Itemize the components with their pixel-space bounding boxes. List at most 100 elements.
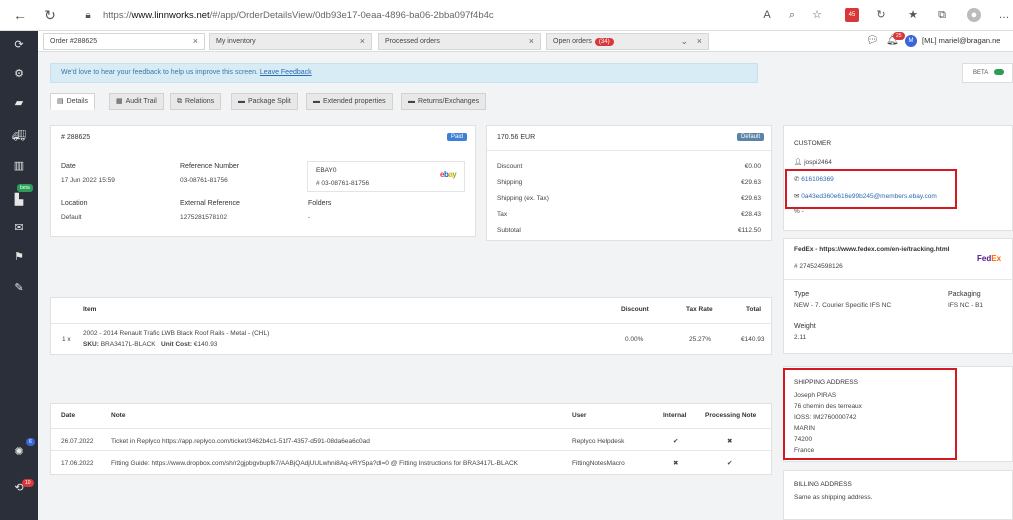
subtotal-value: €112.50: [737, 227, 761, 234]
tax-rate-header: Tax Rate: [686, 306, 713, 313]
url-host: www.linnworks.net: [131, 10, 210, 21]
customer-heading: CUSTOMER: [794, 140, 832, 147]
weight-label: Weight: [794, 323, 816, 330]
item-title[interactable]: 2002 - 2014 Renault Trafic LWB Black Roo…: [83, 330, 269, 337]
inventory-nav-icon[interactable]: ▰: [0, 94, 38, 112]
more-icon[interactable]: …: [997, 8, 1011, 22]
favorites-icon[interactable]: ★: [906, 8, 920, 22]
type-label: Type: [794, 291, 810, 298]
tab-audit-trail[interactable]: ▦ Audit Trail: [109, 93, 164, 110]
sync-badge: 10: [22, 479, 34, 487]
email-nav-icon[interactable]: ✉: [0, 219, 38, 237]
tab-processed-orders[interactable]: Processed orders ×: [378, 33, 541, 50]
shipping-address-panel: SHIPPING ADDRESS Joseph PIRAS 76 chemin …: [783, 366, 1013, 462]
external-reference: 1275281578102: [180, 214, 227, 221]
customer-email-text[interactable]: 0a43ed360e616e99b245@members.ebay.com: [801, 193, 937, 200]
item-qty: 1 x: [62, 336, 71, 343]
location-value: Default: [61, 214, 82, 221]
item-tax: 25.27%: [689, 336, 712, 343]
tab-inventory-label: My inventory: [216, 38, 256, 45]
apps-nav-icon[interactable]: ⚑: [0, 248, 38, 266]
billing-heading: BILLING ADDRESS: [794, 481, 852, 488]
tab-extended-properties[interactable]: ▬ Extended properties: [306, 93, 393, 110]
audit-icon: ▦: [116, 98, 123, 105]
returns-icon: ▬: [408, 98, 415, 105]
reports-nav-icon[interactable]: ▙: [0, 191, 38, 209]
close-icon[interactable]: ×: [360, 34, 365, 49]
order-info-panel: # 288625 Paid Date 17 Jun 2022 15:59 Ref…: [50, 125, 476, 237]
url-path: /#/app/OrderDetailsView/0db93e17-0eaa-48…: [209, 10, 494, 21]
tab-order[interactable]: Order #288625 ×: [43, 33, 205, 50]
refresh-icon[interactable]: ↻: [40, 0, 60, 31]
note-user: FittingNotesMacro: [572, 460, 625, 467]
chevron-down-icon[interactable]: ⌄: [680, 34, 688, 49]
tab-relations[interactable]: ⧉ Relations: [170, 93, 222, 110]
leave-feedback-link[interactable]: Leave Feedback: [260, 69, 312, 76]
note-text[interactable]: Fitting Guide: https://www.dropbox.com/s…: [111, 460, 518, 467]
tab-package-split[interactable]: ▬ Package Split: [231, 93, 298, 110]
order-number: # 288625: [61, 134, 91, 141]
customer-phone-text[interactable]: 616106369: [801, 176, 834, 183]
settings-nav-icon[interactable]: ⚙: [0, 65, 38, 83]
profile-icon[interactable]: ●: [967, 8, 981, 22]
tools-nav-icon[interactable]: ✎: [0, 279, 38, 297]
carrier-link[interactable]: FedEx - https://www.fedex.com/en-ie/trac…: [794, 246, 949, 253]
external-reference-label: External Reference: [180, 200, 240, 207]
note-text[interactable]: Ticket in Replyco https://app.replyco.co…: [111, 438, 370, 445]
order-total: 170.56 EUR: [497, 134, 536, 141]
browser-sync-icon[interactable]: ↻: [874, 8, 888, 22]
open-orders-count: (34): [594, 38, 614, 46]
toggle-switch[interactable]: [994, 69, 1005, 76]
item-sku: BRA3417L-BLACK: [100, 341, 156, 348]
tab-my-inventory[interactable]: My inventory ×: [209, 33, 372, 50]
user-name[interactable]: [ML] mariel@bragan.ne: [922, 36, 1000, 45]
beta-toggle[interactable]: BETA: [962, 63, 1013, 83]
dashboard-nav-icon[interactable]: ▥: [0, 157, 38, 175]
shipping-panel: FedEx - https://www.fedex.com/en-ie/trac…: [783, 238, 1013, 354]
notes-note-header: Note: [111, 412, 126, 419]
shipping-nav-icon[interactable]: 🚚︎: [0, 127, 38, 145]
back-icon[interactable]: ←: [10, 0, 30, 31]
close-icon[interactable]: ×: [697, 34, 702, 49]
address-line: France: [794, 447, 815, 454]
properties-icon: ▬: [313, 98, 320, 105]
tab-details[interactable]: ▤ Details: [50, 93, 96, 110]
tracking-number[interactable]: # 274524598126: [794, 263, 843, 270]
package-icon: ▬: [238, 98, 245, 105]
address-bar[interactable]: https://www.linnworks.net/#/app/OrderDet…: [103, 6, 763, 26]
zoom-icon[interactable]: ⌕: [785, 8, 799, 22]
customer-phone[interactable]: ✆ 616106369: [794, 175, 834, 183]
favorite-add-icon[interactable]: ☆: [810, 8, 824, 22]
tab-audit-label: Audit Trail: [125, 98, 157, 105]
customer-email[interactable]: ✉ 0a43ed360e616e99b245@members.ebay.com: [794, 192, 937, 200]
close-icon[interactable]: ×: [529, 34, 534, 49]
tab-open-orders[interactable]: Open orders (34) ⌄ ×: [546, 33, 709, 50]
tab-processed-label: Processed orders: [385, 38, 440, 45]
tab-package-label: Package Split: [248, 98, 291, 105]
notes-user-header: User: [572, 412, 587, 419]
packaging-label: Packaging: [948, 291, 981, 298]
note-user: Replyco Helpdesk: [572, 438, 625, 445]
tab-returns-exchanges[interactable]: ▬ Returns/Exchanges: [401, 93, 487, 110]
notes-date-header: Date: [61, 412, 76, 419]
item-unit-cost: €140.93: [193, 341, 218, 348]
lightbulb-badge: 6: [26, 438, 35, 446]
tab-open-label: Open orders: [553, 38, 592, 45]
reference-label: Reference Number: [180, 163, 240, 170]
collections-icon[interactable]: ⧉: [935, 8, 949, 22]
read-aloud-icon[interactable]: A: [760, 8, 774, 22]
ebay-logo: ebay: [440, 170, 457, 179]
items-divider: [51, 323, 773, 324]
url-prefix: https://: [103, 10, 132, 21]
extension-icon[interactable]: 45: [845, 8, 859, 22]
close-icon[interactable]: ×: [193, 34, 198, 49]
billing-panel: BILLING ADDRESS Same as shipping address…: [783, 470, 1013, 520]
sync-nav-icon[interactable]: ⟳: [0, 36, 38, 54]
chat-icon[interactable]: 💬︎: [866, 35, 879, 46]
channel-reference: # 03-08761-81756: [316, 180, 370, 187]
date-label: Date: [61, 163, 76, 170]
avatar[interactable]: M: [905, 35, 917, 47]
reference-number: 03-08761-81756: [180, 177, 228, 184]
item-header: Item: [83, 306, 97, 313]
item-total: €140.93: [741, 336, 765, 343]
